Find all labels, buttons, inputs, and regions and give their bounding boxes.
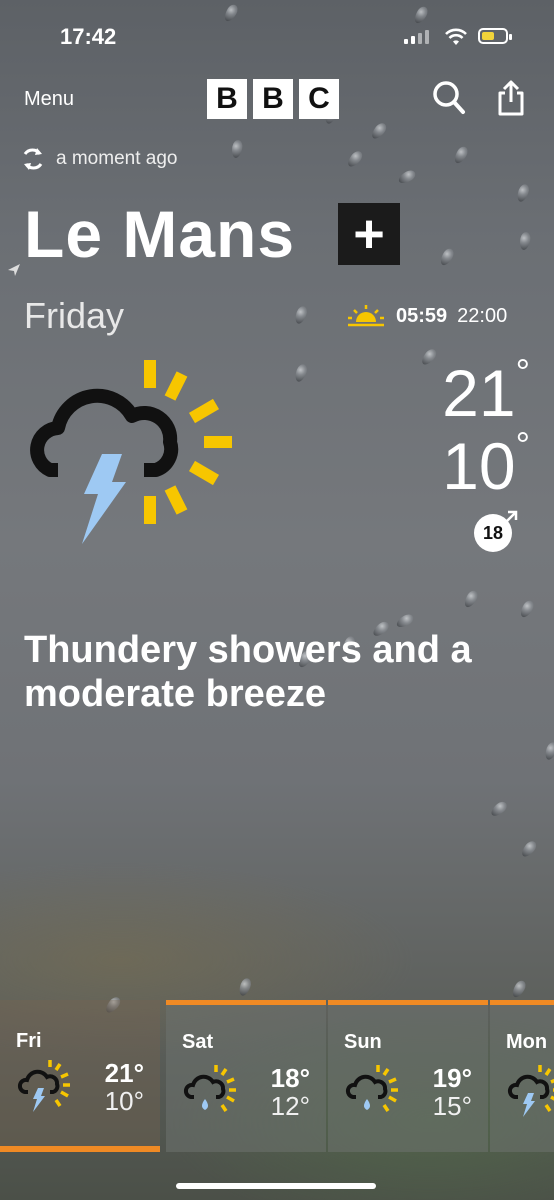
location-name: Le Mans (24, 197, 296, 271)
rain-sun-icon (345, 1065, 398, 1112)
thunder-sun-icon (17, 1060, 70, 1112)
sunrise-sunset: 05:59 22:00 (346, 304, 507, 328)
share-icon[interactable] (496, 79, 526, 117)
logo-letter-b1: B (207, 79, 247, 119)
forecast-day: Sun (344, 1031, 382, 1053)
logo-letter-c: C (299, 79, 339, 119)
forecast-day: Fri (16, 1030, 42, 1052)
status-time: 17:42 (60, 24, 117, 49)
sunrise-icon (348, 305, 384, 327)
sunset-time: 22:00 (457, 304, 508, 327)
status-bar: 17:42 (0, 22, 554, 52)
updated-label: a moment ago (56, 148, 178, 169)
thunder-sun-icon (507, 1065, 554, 1117)
forecast-card-sun[interactable]: Sun 19° 15° (328, 1000, 488, 1152)
refresh-icon (23, 148, 43, 170)
refresh-status[interactable]: a moment ago (20, 146, 177, 172)
forecast-low: 10° (104, 1086, 144, 1116)
forecast-high: 21° (104, 1058, 144, 1088)
thundery-shower-sun-icon (30, 360, 232, 544)
forecast-card-mon[interactable]: Mon (490, 1000, 554, 1152)
wind-direction-arrow-icon (503, 510, 518, 525)
weather-summary: Thundery showers and a moderate breeze (24, 629, 472, 715)
forecast-low: 12° (270, 1091, 310, 1121)
add-location-button[interactable]: + (338, 203, 400, 265)
forecast-strip[interactable]: Fri 21° 10° Sat 18° 12° Sun 19° 15° Mon (0, 1000, 554, 1152)
forecast-high: 19° (432, 1063, 472, 1093)
high-temperature: 21° (442, 351, 530, 430)
sunrise-time: 05:59 (396, 304, 448, 327)
wifi-icon (445, 28, 467, 45)
cellular-signal-icon (404, 30, 429, 44)
battery-icon (478, 28, 512, 44)
menu-button[interactable]: Menu (24, 88, 74, 111)
forecast-low: 15° (432, 1091, 472, 1121)
forecast-card-sat[interactable]: Sat 18° 12° (166, 1000, 326, 1152)
logo-letter-b2: B (253, 79, 293, 119)
home-indicator[interactable] (176, 1183, 376, 1189)
forecast-day: Mon (506, 1031, 548, 1053)
forecast-day: Sat (182, 1031, 214, 1053)
forecast-card-fri[interactable]: Fri 21° 10° (0, 1000, 160, 1152)
day-name: Friday (24, 295, 125, 336)
rain-sun-icon (183, 1065, 236, 1112)
low-temperature: 10° (442, 424, 530, 503)
location-arrow-icon (8, 264, 20, 276)
bbc-logo[interactable]: B B C (207, 79, 339, 119)
search-icon[interactable] (432, 80, 466, 116)
forecast-high: 18° (270, 1063, 310, 1093)
